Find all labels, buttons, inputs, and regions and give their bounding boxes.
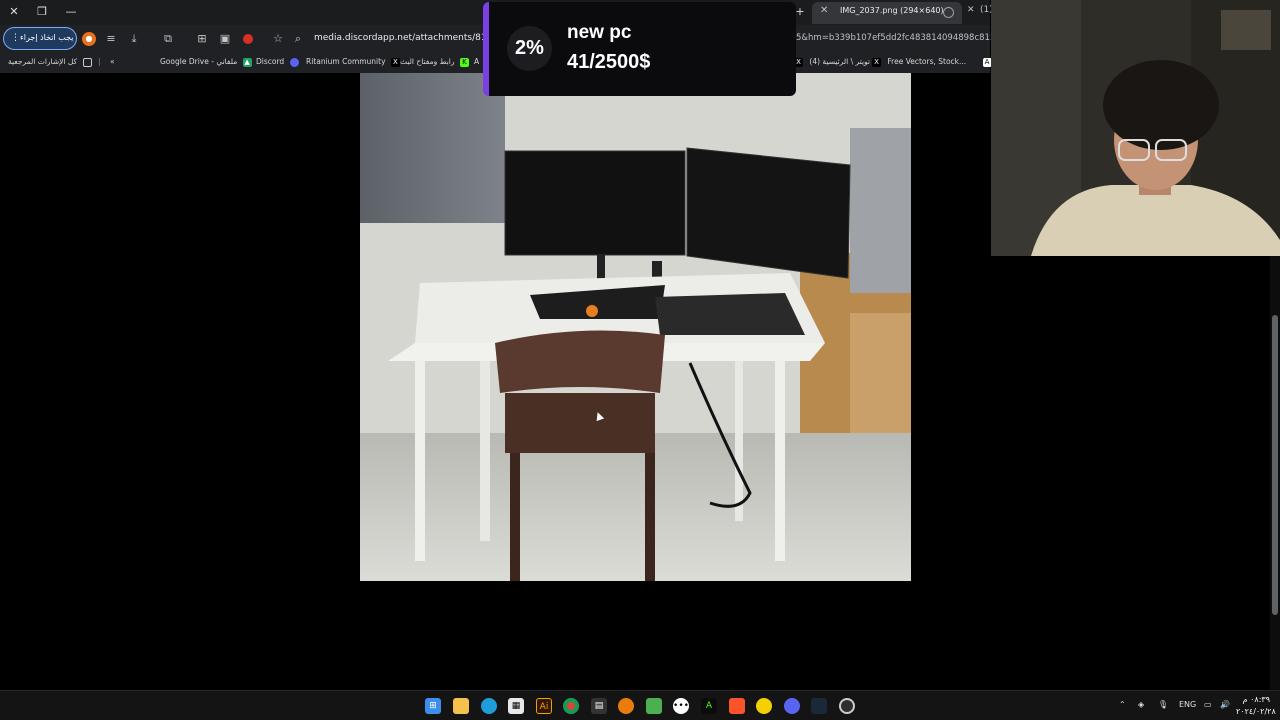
webcam-feed	[991, 0, 1280, 256]
windows-start-icon[interactable]: ⊞	[425, 698, 441, 714]
app-yellow-icon[interactable]	[756, 698, 772, 714]
bookmark-star-icon[interactable]: ☆	[271, 32, 285, 46]
bookmark-stream-key[interactable]: رابط ومفتاح البث K	[400, 57, 469, 67]
folder-icon	[82, 57, 92, 67]
site-info-icon[interactable]: ⌕	[291, 32, 305, 46]
globe-icon	[943, 7, 954, 18]
discord-icon	[289, 57, 299, 67]
chevron-double-left-icon[interactable]: «	[110, 57, 115, 66]
bookmark-ritanium[interactable]: Ritanium Community X	[306, 57, 400, 67]
separator: |	[98, 57, 101, 66]
goal-amount: 41/2500$	[567, 51, 651, 73]
desk-setup-photo	[360, 73, 911, 581]
tray-app-icon[interactable]: ◈	[1138, 700, 1144, 709]
clock-date: ٢٠٢٤/٠٢/٢٨	[1236, 707, 1276, 716]
action-required-label: يجب اتخاذ إجراء	[20, 33, 74, 42]
restore-window-icon[interactable]: ❐	[34, 4, 50, 20]
bookmark-label: كل الإشارات المرجعية	[8, 57, 78, 66]
chrome-icon[interactable]	[563, 698, 579, 714]
bookmark-all[interactable]: كل الإشارات المرجعية	[8, 57, 92, 67]
edge-icon[interactable]	[481, 698, 497, 714]
app-icon[interactable]: •••	[673, 698, 689, 714]
address-bar-tail[interactable]: 5&hm=b339b107ef5dd2fc483814094898c815a88…	[796, 33, 1017, 43]
store-icon[interactable]: ▦	[508, 698, 524, 714]
x-icon: X	[390, 57, 400, 67]
bookmark-label: Ritanium Community	[306, 57, 386, 66]
language-indicator[interactable]: ENG	[1179, 700, 1196, 709]
extension-blue-icon[interactable]: ▣	[218, 32, 232, 46]
x-icon: X	[872, 57, 881, 67]
menu-dots-icon: ⋮	[11, 33, 20, 43]
brave-icon[interactable]	[729, 698, 745, 714]
obs-icon[interactable]	[839, 698, 855, 714]
bookmark-free-vectors[interactable]: X Free Vectors, Stock... A	[872, 57, 992, 67]
tab-active-image[interactable]: ✕ IMG_2037.png (294×640)	[812, 2, 962, 24]
action-required-button[interactable]: ⋮ يجب اتخاذ إجراء	[3, 27, 77, 50]
clock-time: ٠٨:٣٩ م	[1242, 695, 1270, 704]
kick-icon[interactable]: A	[701, 698, 717, 714]
bookmark-google-drive[interactable]: Google Drive - ملفاتي ▲	[160, 57, 252, 67]
goal-percent: 2%	[507, 26, 552, 71]
file-explorer-icon[interactable]	[453, 698, 469, 714]
tray-chevron-up-icon[interactable]: ⌃	[1119, 700, 1126, 709]
calculator-icon[interactable]: ▤	[591, 698, 607, 714]
webcam-illustration	[991, 0, 1280, 256]
tab-search-icon[interactable]: ≡	[104, 32, 118, 46]
tab-title: IMG_2037.png (294×640)	[840, 6, 944, 15]
minimize-window-icon[interactable]: —	[63, 4, 79, 20]
bookmark-label: Google Drive - ملفاتي	[160, 57, 238, 66]
microphone-icon[interactable]: 🎙	[1158, 700, 1168, 709]
profile-avatar-icon[interactable]: ●	[82, 32, 96, 46]
close-window-icon[interactable]: ✕	[6, 4, 22, 20]
windows-taskbar: ⊞ ▦ Ai ▤ ••• A ⌃ ◈ 🎙 ENG ▭ 🔊 ٠٨:٣٩ م ٢٠٢…	[0, 690, 1280, 720]
kick-icon: K	[459, 57, 469, 67]
bookmark-a[interactable]: A	[474, 57, 479, 66]
google-drive-icon: ▲	[242, 57, 252, 67]
screenshot-icon[interactable]: ⧉	[161, 32, 175, 46]
maps-icon[interactable]	[646, 698, 662, 714]
system-clock[interactable]: ٠٨:٣٩ م ٢٠٢٤/٠٢/٢٨	[1236, 694, 1276, 718]
download-icon[interactable]: ⤓	[127, 32, 141, 46]
bookmark-label: تويتر \ الرئيسية (4)	[809, 57, 870, 66]
goal-title: new pc	[567, 22, 632, 43]
scroll-thumb[interactable]	[1272, 315, 1278, 615]
record-icon[interactable]	[243, 34, 253, 44]
tab-close-icon[interactable]: ✕	[820, 5, 828, 16]
discord-icon[interactable]	[784, 698, 800, 714]
bookmark-label: Discord	[256, 57, 285, 66]
blender-icon[interactable]	[618, 698, 634, 714]
donation-goal-widget: 2% new pc 41/2500$	[483, 2, 796, 96]
desk-photo-illustration	[360, 73, 911, 581]
bookmark-discord[interactable]: Discord	[256, 57, 299, 67]
bookmark-label: Free Vectors, Stock...	[887, 57, 967, 66]
network-icon[interactable]: ▭	[1204, 700, 1212, 709]
steam-icon[interactable]	[811, 698, 827, 714]
volume-icon[interactable]: 🔊	[1220, 700, 1230, 709]
extensions-icon[interactable]: ⊞	[195, 32, 209, 46]
illustrator-icon[interactable]: Ai	[536, 698, 552, 714]
bookmark-label: رابط ومفتاح البث	[400, 57, 455, 66]
tab-close-icon[interactable]: ✕	[967, 5, 975, 15]
bookmark-twitter-home[interactable]: X تويتر \ الرئيسية (4)	[794, 57, 870, 67]
